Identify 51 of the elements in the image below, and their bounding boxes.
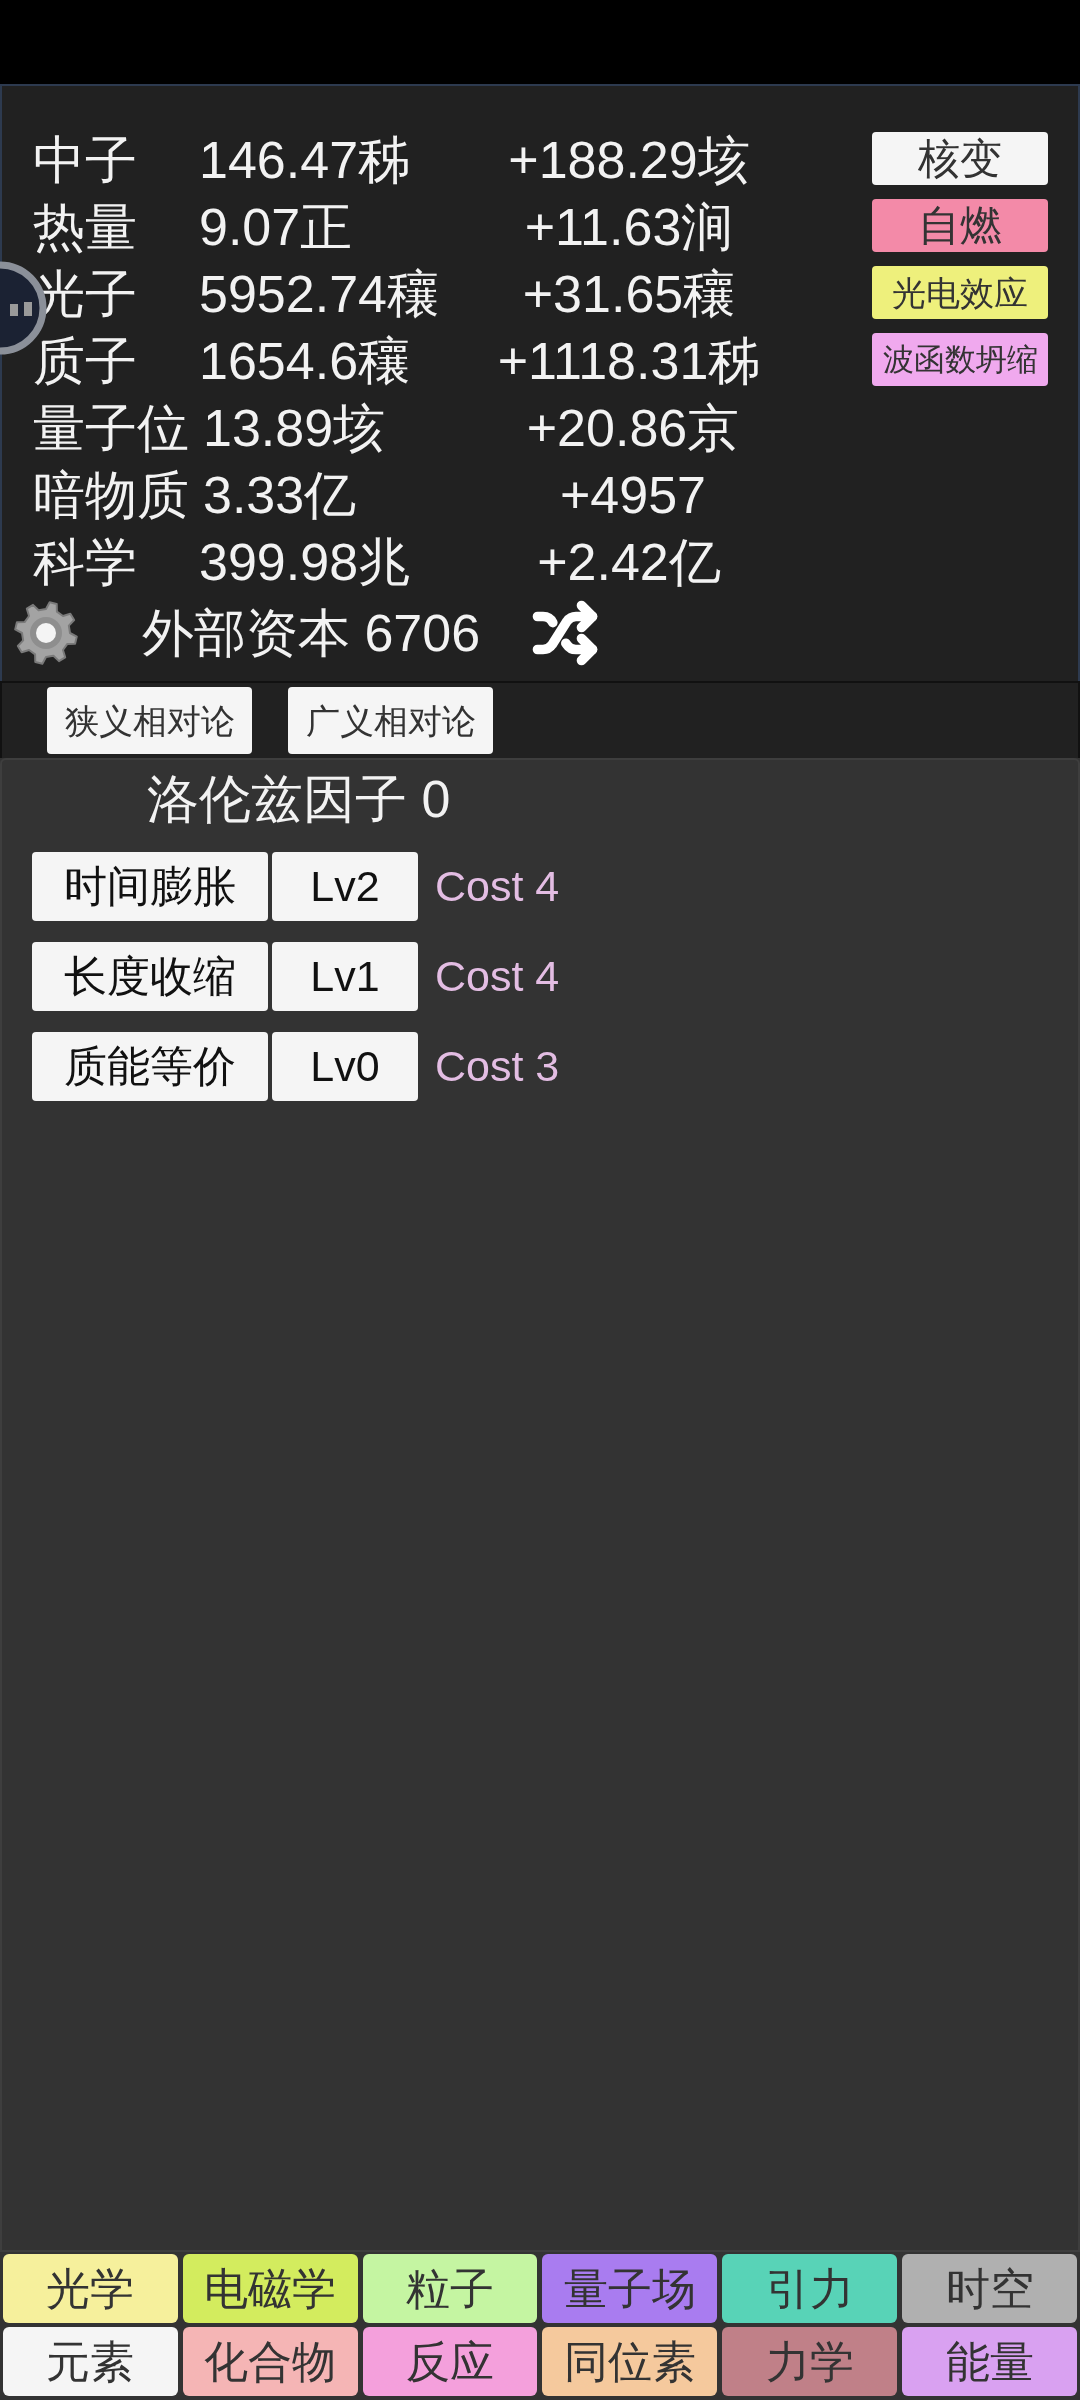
nav-tab[interactable]: 力学 <box>722 2327 898 2396</box>
settings-icon[interactable] <box>12 599 80 667</box>
upgrade-button[interactable]: 时间膨胀 <box>32 852 268 921</box>
resource-rate: +188.29垓 <box>507 133 751 186</box>
lorentz-factor-label: 洛伦兹因子 0 <box>147 769 451 830</box>
resource-amount: 1654.6穰 <box>199 334 412 387</box>
resource-name: 科学 <box>33 535 138 588</box>
action-button[interactable]: 核变 <box>872 132 1048 185</box>
cost-label: Cost 4 <box>435 865 560 908</box>
nav-tab[interactable]: 元素 <box>3 2327 178 2396</box>
resource-rate: +31.65穰 <box>521 267 737 320</box>
level-button[interactable]: Lv1 <box>272 942 418 1011</box>
nav-tab[interactable]: 电磁学 <box>182 2254 358 2323</box>
upgrade-button[interactable]: 长度收缩 <box>32 942 268 1011</box>
resource-rate: +11.63涧 <box>523 200 735 253</box>
resource-name: 热量 <box>33 200 138 253</box>
nav-tab[interactable]: 同位素 <box>542 2327 718 2396</box>
resource-name: 中子 <box>33 133 138 186</box>
upgrade-button[interactable]: 质能等价 <box>32 1032 268 1101</box>
level-button[interactable]: Lv2 <box>272 852 418 921</box>
cost-label: Cost 4 <box>435 955 560 998</box>
resource-name: 暗物质 <box>33 468 189 521</box>
tab[interactable]: 广义相对论 <box>288 687 493 754</box>
capital-label: 外部资本 6706 <box>142 607 481 659</box>
nav-tab[interactable]: 引力 <box>722 2254 898 2323</box>
resource-amount: 13.89垓 <box>203 401 387 454</box>
nav-tab[interactable]: 粒子 <box>362 2254 538 2323</box>
nav-tab[interactable]: 反应 <box>362 2327 538 2396</box>
resource-rate: +20.86京 <box>525 401 741 454</box>
resource-rate: +1118.31秭 <box>496 334 762 387</box>
resource-name: 量子位 <box>33 401 189 454</box>
resource-rate: +4957 <box>558 468 707 521</box>
nav-tab[interactable]: 量子场 <box>542 2254 718 2323</box>
tab[interactable]: 狭义相对论 <box>47 687 252 754</box>
nav-tab[interactable]: 时空 <box>902 2254 1077 2323</box>
resource-amount: 9.07正 <box>199 200 354 253</box>
action-button[interactable]: 光电效应 <box>872 266 1048 319</box>
resource-amount: 146.47秭 <box>199 133 412 186</box>
resource-name: 质子 <box>33 334 138 387</box>
action-button[interactable]: 波函数坍缩 <box>872 333 1048 386</box>
resource-amount: 5952.74穰 <box>199 267 440 320</box>
resource-rate: +2.42亿 <box>536 535 722 588</box>
shuffle-icon[interactable] <box>532 600 599 666</box>
action-button[interactable]: 自燃 <box>872 199 1048 252</box>
resource-amount: 399.98兆 <box>199 535 412 588</box>
cost-label: Cost 3 <box>435 1045 560 1088</box>
level-button[interactable]: Lv0 <box>272 1032 418 1101</box>
resource-amount: 3.33亿 <box>203 468 358 521</box>
nav-tab[interactable]: 能量 <box>902 2327 1077 2396</box>
nav-tab[interactable]: 化合物 <box>182 2327 358 2396</box>
nav-tab[interactable]: 光学 <box>3 2254 178 2323</box>
